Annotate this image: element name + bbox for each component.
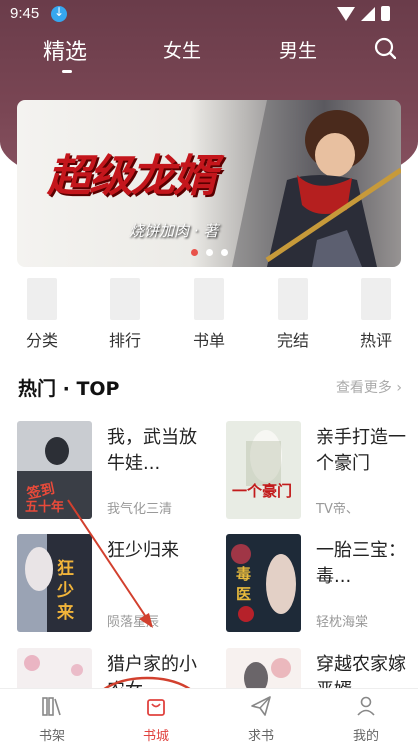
category-booklist[interactable]: 书单 (181, 278, 237, 351)
tab-female[interactable]: 女生 (163, 36, 201, 63)
top-tabs: 精选 女生 男生 (0, 32, 418, 72)
book-author: 我气化三清 (107, 502, 173, 517)
book-cover: 一个豪门 (226, 421, 301, 519)
tab-male[interactable]: 男生 (279, 36, 317, 63)
book-title: 亲手打造一个豪门 (316, 427, 406, 474)
signal-icon (361, 6, 375, 21)
category-ranking[interactable]: 排行 (97, 278, 153, 351)
nav-label: 书架 (38, 729, 65, 743)
banner-dot[interactable] (220, 249, 228, 256)
book-card[interactable]: 一个豪门 亲手打造一个豪门 TV帝、 (226, 421, 416, 519)
book-cover: 签到 五十年 (17, 421, 92, 519)
category-row: 分类 排行 书单 完结 热评 (0, 278, 418, 350)
status-time: 9:45 (10, 5, 40, 22)
svg-text:少: 少 (56, 581, 74, 601)
book-author: TV帝、 (316, 502, 359, 517)
bookshelf-icon (42, 697, 61, 716)
nav-request-book[interactable]: 求书 (231, 695, 291, 743)
category-reviews[interactable]: 热评 (348, 278, 404, 351)
banner-pagination (17, 249, 401, 256)
book-card[interactable]: 签到 五十年 我，武当放牛娃... 我气化三清 (17, 421, 207, 519)
category-label: 排行 (108, 331, 141, 350)
promo-banner[interactable]: 超级龙婿 烧饼加肉 · 著 (17, 100, 401, 267)
nav-bookstore[interactable]: 书城 (126, 695, 186, 743)
status-bar: 9:45 (0, 0, 418, 30)
book-author: 陨落星辰 (107, 615, 160, 630)
book-card[interactable]: 毒 医 一胎三宝：毒... 轻枕海棠 (226, 534, 416, 632)
svg-text:五十年: 五十年 (25, 499, 64, 515)
view-more-link[interactable]: 查看更多 › (336, 377, 402, 397)
category-icon (110, 278, 140, 320)
nav-label: 书城 (142, 729, 169, 743)
svg-text:一个豪门: 一个豪门 (232, 482, 292, 500)
banner-dot[interactable] (205, 249, 213, 256)
nav-label: 求书 (247, 729, 274, 743)
nav-mine[interactable]: 我的 (336, 695, 396, 743)
category-label: 完结 (276, 331, 309, 350)
category-completed[interactable]: 完结 (265, 278, 321, 351)
category-icon (194, 278, 224, 320)
banner-title: 超级龙婿 (47, 151, 217, 202)
category-icon (278, 278, 308, 320)
category-label: 热评 (359, 331, 392, 350)
paper-plane-icon (251, 696, 271, 716)
category-icon (27, 278, 57, 320)
category-label: 书单 (192, 331, 225, 350)
user-icon (357, 696, 375, 716)
download-icon (51, 5, 67, 22)
nav-label: 我的 (352, 729, 379, 743)
book-title: 狂少归来 (107, 540, 179, 561)
category-icon (361, 278, 391, 320)
book-title: 我，武当放牛娃... (107, 427, 197, 474)
book-card[interactable]: 狂 少 来 狂少归来 陨落星辰 (17, 534, 207, 632)
nav-bookshelf[interactable]: 书架 (22, 695, 82, 743)
svg-text:来: 来 (56, 602, 75, 623)
book-cover: 毒 医 (226, 534, 301, 632)
svg-text:狂: 狂 (57, 559, 74, 579)
book-author: 轻枕海棠 (316, 615, 369, 630)
bottom-navigation: 书架 书城 求书 我的 (0, 688, 418, 743)
shopping-bag-icon (147, 699, 165, 716)
book-title: 一胎三宝：毒... (316, 540, 406, 587)
tab-featured[interactable]: 精选 (43, 34, 87, 66)
category-label: 分类 (25, 331, 58, 350)
banner-author: 烧饼加肉 · 著 (129, 222, 219, 240)
section-title: 热门 · TOP (18, 378, 120, 400)
tab-active-indicator (62, 70, 72, 73)
banner-dot[interactable] (190, 249, 198, 256)
svg-text:医: 医 (236, 585, 251, 603)
svg-text:毒: 毒 (236, 565, 251, 583)
category-classify[interactable]: 分类 (14, 278, 70, 351)
search-icon[interactable] (374, 37, 396, 59)
hot-section-header: 热门 · TOP 查看更多 › (18, 374, 402, 402)
wifi-icon (337, 6, 355, 21)
book-cover: 狂 少 来 (17, 534, 92, 632)
battery-icon (381, 6, 390, 21)
